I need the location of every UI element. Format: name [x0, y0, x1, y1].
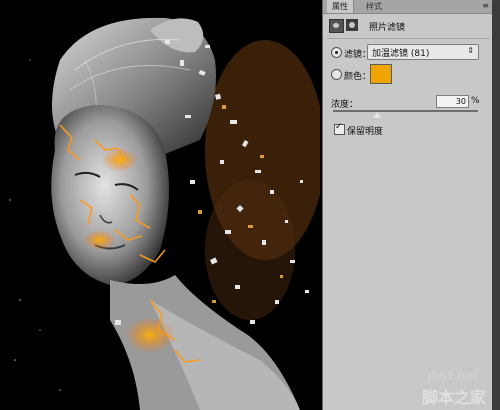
layer-mask-icon[interactable] [346, 19, 358, 31]
color-radio[interactable] [331, 69, 342, 80]
density-label: 浓度： [331, 100, 359, 110]
panel-tab-bar: 属性 样式 ≡ [323, 0, 493, 14]
density-slider-track[interactable] [333, 110, 478, 112]
panel-menu-icon[interactable]: ≡ [482, 1, 489, 10]
preserve-luminosity-label: 保留明度 [347, 127, 384, 137]
adjustment-header: 照片滤镜 [323, 16, 493, 36]
density-unit: % [471, 96, 480, 106]
color-swatch[interactable] [370, 64, 392, 84]
tab-properties[interactable]: 属性 [327, 0, 354, 13]
watermark-logo: jb51.net 脚本之家 [402, 360, 496, 407]
header-divider [327, 38, 489, 39]
density-slider-thumb[interactable] [372, 112, 381, 118]
right-toolbar-strip [492, 0, 500, 410]
properties-panel: 属性 样式 ≡ 照片滤镜 滤镜： 加温滤镜 (81) ⇕ 颜色： 浓度： 30 … [322, 0, 493, 410]
filter-select-value: 加温滤镜 (81) [372, 49, 430, 59]
photo-filter-adjustment-icon[interactable] [329, 19, 344, 33]
preserve-luminosity-checkbox[interactable] [334, 122, 345, 135]
filter-select[interactable]: 加温滤镜 (81) ⇕ [367, 44, 479, 60]
color-label: 颜色： [344, 72, 372, 82]
watermark-brand: 脚本之家 [422, 388, 487, 407]
edited-photo [0, 0, 320, 410]
density-input[interactable]: 30 [436, 95, 469, 108]
filter-radio[interactable] [331, 47, 342, 58]
image-canvas[interactable] [0, 0, 320, 410]
adjustment-title: 照片滤镜 [369, 23, 406, 33]
tab-styles[interactable]: 样式 [361, 0, 387, 13]
chevron-updown-icon: ⇕ [467, 46, 474, 55]
watermark-site: jb51.net [428, 368, 478, 383]
